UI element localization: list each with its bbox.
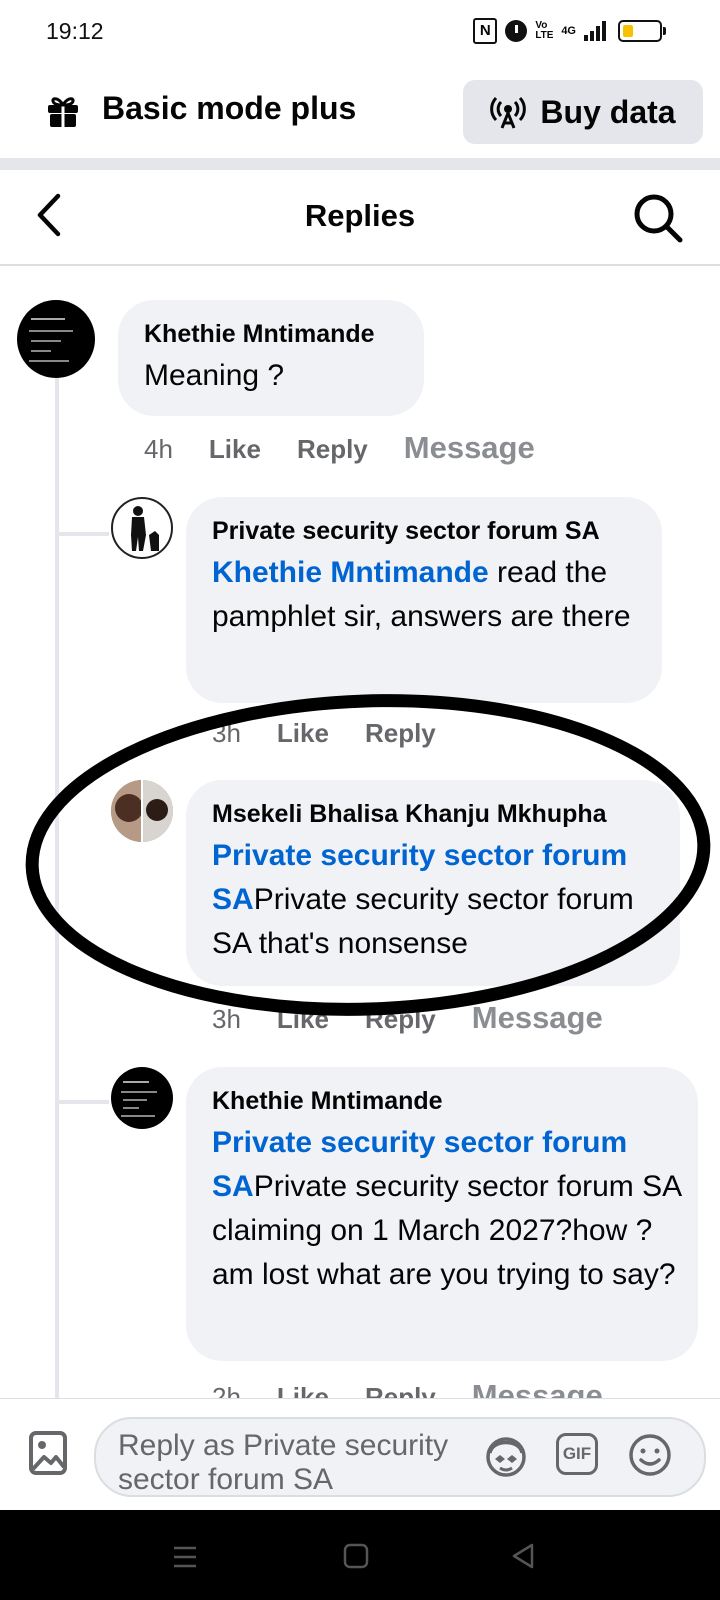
- comment-author[interactable]: Khethie Mntimande: [212, 1087, 443, 1116]
- status-icons: N Vo LTE 4G: [473, 18, 666, 44]
- signal-icon: [584, 21, 606, 41]
- photo-icon[interactable]: [28, 1429, 68, 1477]
- comment-bubble: Khethie Mntimande Private security secto…: [186, 1067, 698, 1361]
- avatar-image: [121, 1081, 157, 1117]
- divider: [0, 158, 720, 170]
- comment-author[interactable]: Khethie Mntimande: [144, 320, 375, 349]
- comment-time: 4h: [144, 434, 173, 464]
- mode-bar: Basic mode plus Buy data: [0, 64, 720, 158]
- reply-composer: Reply as Private security sector forum S…: [0, 1398, 720, 1511]
- mention-link[interactable]: Khethie Mntimande: [212, 556, 489, 589]
- buy-data-button[interactable]: Buy data: [463, 80, 703, 144]
- emoji-icon[interactable]: [626, 1431, 674, 1479]
- nfc-icon: N: [473, 18, 498, 44]
- thread-connector: [59, 1100, 109, 1104]
- recents-icon[interactable]: [172, 1544, 198, 1570]
- status-time: 19:12: [46, 18, 104, 44]
- comment-text: Private security sector forum SA claimin…: [212, 1170, 681, 1291]
- alarm-icon: [505, 20, 528, 42]
- avatar-sticker-icon[interactable]: [482, 1431, 530, 1479]
- comment-body: Khethie Mntimande read the pamphlet sir,…: [212, 551, 642, 639]
- comment-actions: 4h Like Reply Message: [144, 430, 535, 466]
- home-icon[interactable]: [342, 1542, 370, 1570]
- comment-text: Meaning ?: [144, 359, 285, 392]
- volte-icon: Vo LTE: [535, 20, 554, 41]
- avatar-image: [29, 318, 73, 362]
- mode-label: Basic mode plus: [102, 90, 357, 126]
- comment-body: Private security sector forum SAPrivate …: [212, 1121, 682, 1297]
- broadcast-icon: [490, 96, 527, 129]
- gif-button[interactable]: GIF: [556, 1433, 598, 1475]
- avatar-image: [131, 506, 159, 551]
- thread-connector: [59, 532, 109, 536]
- buy-data-label: Buy data: [540, 93, 676, 130]
- system-nav-bar: [0, 1510, 720, 1600]
- like-button[interactable]: Like: [209, 434, 261, 465]
- reply-button[interactable]: Reply: [297, 434, 368, 465]
- avatar[interactable]: [111, 497, 173, 559]
- comment-bubble: Khethie Mntimande Meaning ?: [118, 300, 424, 416]
- gift-icon: [48, 97, 78, 127]
- battery-icon: [618, 20, 666, 42]
- status-bar: 19:12 N Vo LTE 4G: [0, 0, 720, 64]
- avatar[interactable]: [17, 300, 95, 378]
- comment-author[interactable]: Private security sector forum SA: [212, 517, 600, 546]
- replies-header: Replies: [0, 170, 720, 266]
- search-icon[interactable]: [632, 192, 684, 244]
- reply-placeholder: Reply as Private security sector forum S…: [118, 1429, 449, 1496]
- message-button[interactable]: Message: [404, 430, 535, 466]
- annotation-circle: [25, 694, 711, 1016]
- comment-bubble: Private security sector forum SA Khethie…: [186, 497, 662, 703]
- page-title: Replies: [304, 198, 416, 233]
- reply-input[interactable]: Reply as Private security sector forum S…: [94, 1417, 706, 1497]
- back-nav-icon[interactable]: [510, 1542, 536, 1570]
- network-type: 4G: [561, 25, 576, 37]
- avatar[interactable]: [111, 1067, 173, 1129]
